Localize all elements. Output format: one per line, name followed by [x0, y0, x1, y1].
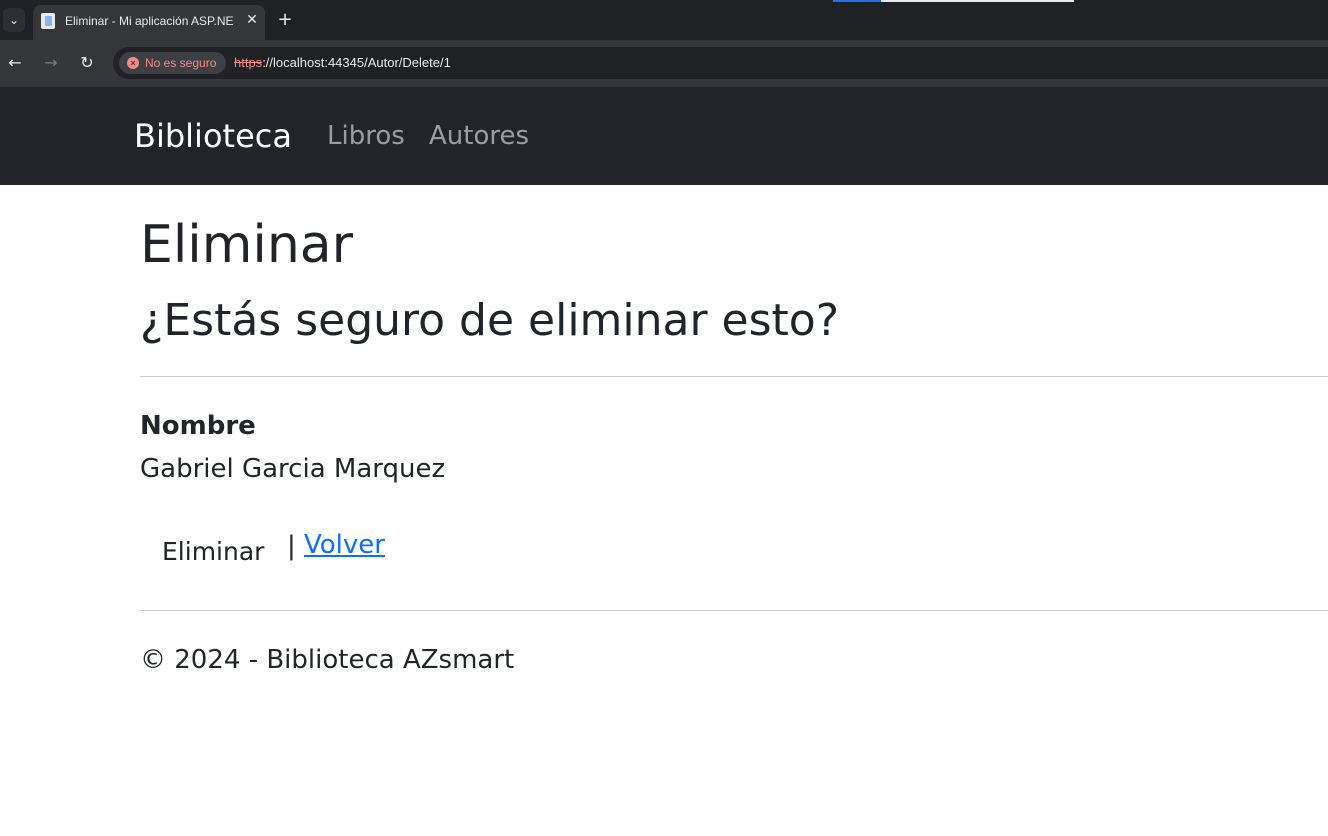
page-title: Eliminar — [140, 215, 354, 275]
url-rest: ://localhost:44345/Autor/Delete/1 — [262, 55, 451, 70]
browser-tabstrip: ⌄ Eliminar - Mi aplicación ASP.NET ✕ + — [0, 0, 1328, 40]
address-bar[interactable]: × No es seguro https://localhost:44345/A… — [113, 47, 1328, 79]
tab-search-icon[interactable]: ⌄ — [3, 8, 25, 32]
back-link[interactable]: Volver — [304, 530, 385, 560]
url-scheme: https — [234, 55, 263, 70]
window-indicator-blue — [833, 0, 881, 2]
window-indicator-white — [881, 0, 1074, 2]
close-tab-icon[interactable]: ✕ — [242, 10, 262, 30]
separator: | — [287, 531, 296, 561]
page-favicon-icon — [41, 13, 55, 29]
footer-text: © 2024 - Biblioteca AZsmart — [140, 645, 515, 675]
footer-divider — [140, 610, 1328, 611]
site-navbar: Biblioteca Libros Autores — [0, 87, 1328, 185]
forward-icon[interactable]: → — [39, 50, 63, 76]
new-tab-icon[interactable]: + — [275, 8, 295, 32]
url-text[interactable]: https://localhost:44345/Autor/Delete/1 — [234, 55, 451, 70]
navbar-brand[interactable]: Biblioteca — [134, 117, 292, 155]
tab-title: Eliminar - Mi aplicación ASP.NET — [65, 14, 233, 28]
back-icon[interactable]: ← — [3, 50, 27, 76]
nav-link-autores[interactable]: Autores — [429, 121, 529, 151]
browser-tab[interactable]: Eliminar - Mi aplicación ASP.NET ✕ — [33, 5, 265, 40]
confirm-question: ¿Estás seguro de eliminar esto? — [140, 295, 840, 346]
not-secure-icon: × — [127, 57, 139, 69]
browser-toolbar: ← → ↻ × No es seguro https://localhost:4… — [0, 40, 1328, 87]
security-indicator[interactable]: × No es seguro — [119, 52, 227, 74]
field-value-nombre: Gabriel Garcia Marquez — [140, 454, 446, 484]
reload-icon[interactable]: ↻ — [75, 50, 99, 76]
security-label: No es seguro — [145, 56, 217, 70]
field-label-nombre: Nombre — [140, 411, 256, 441]
divider — [140, 376, 1328, 377]
nav-link-libros[interactable]: Libros — [327, 121, 405, 151]
delete-button[interactable]: Eliminar — [140, 534, 286, 570]
